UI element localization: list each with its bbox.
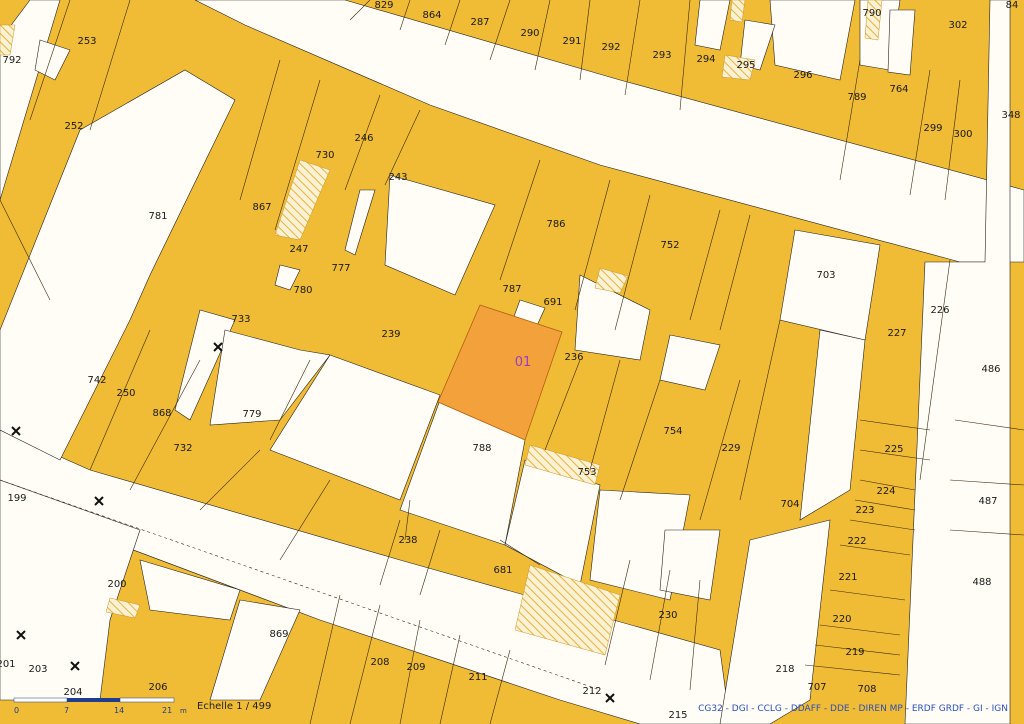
parcel-label-215: 215 <box>668 710 687 721</box>
scale-unit: m <box>180 707 187 715</box>
parcel-label-225: 225 <box>884 444 903 455</box>
parcel-label-754: 754 <box>663 426 682 437</box>
parcel-label-253: 253 <box>77 36 96 47</box>
parcel-label-299: 299 <box>923 123 942 134</box>
parcel-label-781: 781 <box>148 211 167 222</box>
parcel-label-789: 789 <box>847 92 866 103</box>
parcel-label-829: 829 <box>374 0 393 11</box>
parcel-label-287: 287 <box>470 17 489 28</box>
parcel-label-869: 869 <box>269 629 288 640</box>
scale-tick-0: 0 <box>14 706 19 715</box>
parcel-label-487: 487 <box>978 496 997 507</box>
parcel-label-293: 293 <box>652 50 671 61</box>
parcel-label-787: 787 <box>502 284 521 295</box>
parcel-label-296: 296 <box>793 70 812 81</box>
parcel-label-704: 704 <box>780 499 799 510</box>
parcel-label-252: 252 <box>64 121 83 132</box>
parcel-label-752: 752 <box>660 240 679 251</box>
parcel-label-227: 227 <box>887 328 906 339</box>
parcel-label-223: 223 <box>855 505 874 516</box>
parcel-label-486: 486 <box>981 364 1000 375</box>
parcel-label-212: 212 <box>582 686 601 697</box>
parcel-label-206: 206 <box>148 682 167 693</box>
parcel-label-488: 488 <box>972 577 991 588</box>
parcel-label-302: 302 <box>948 20 967 31</box>
scale-tick-1: 7 <box>64 706 69 715</box>
parcel-label-238: 238 <box>398 535 417 546</box>
parcel-label-779: 779 <box>242 409 261 420</box>
parcel-label-203: 203 <box>28 664 47 675</box>
parcel-label-247: 247 <box>289 244 308 255</box>
parcel-label-209: 209 <box>406 662 425 673</box>
parcel-label-777: 777 <box>331 263 350 274</box>
parcel-label-764: 764 <box>889 84 908 95</box>
scale-tick-2: 14 <box>114 706 124 715</box>
parcel-label-221: 221 <box>838 572 857 583</box>
parcel-label-786: 786 <box>546 219 565 230</box>
parcel-label-730: 730 <box>315 150 334 161</box>
parcel-label-250: 250 <box>116 388 135 399</box>
parcel-label-867: 867 <box>252 202 271 213</box>
parcel-label-681: 681 <box>493 565 512 576</box>
cadastral-map[interactable]: 829 864 287 290 291 292 293 294 295 296 790 302 84 79… <box>0 0 1024 724</box>
parcel-label-703: 703 <box>816 270 835 281</box>
parcel-label-222: 222 <box>847 536 866 547</box>
parcel-label-742: 742 <box>87 375 106 386</box>
parcel-label-868: 868 <box>152 408 171 419</box>
parcel-label-753: 753 <box>577 467 596 478</box>
map-credits: CG32 - DGI - CCLG - DDAFF - DDE - DIREN … <box>698 704 1008 714</box>
parcel-label-199: 199 <box>7 493 26 504</box>
parcel-label-84: 84 <box>1006 0 1019 11</box>
parcel-label-291: 291 <box>562 36 581 47</box>
parcel-label-200: 200 <box>107 579 126 590</box>
parcel-label-691: 691 <box>543 297 562 308</box>
parcel-label-239: 239 <box>381 329 400 340</box>
parcel-label-708: 708 <box>857 684 876 695</box>
parcel-label-218: 218 <box>775 664 794 675</box>
parcel-label-300: 300 <box>953 129 972 140</box>
selected-parcel-label: 01 <box>515 355 532 370</box>
parcel-label-790: 790 <box>862 8 881 19</box>
parcel-label-707: 707 <box>807 682 826 693</box>
parcel-label-219: 219 <box>845 647 864 658</box>
parcel-label-220: 220 <box>832 614 851 625</box>
parcel-label-246: 246 <box>354 133 373 144</box>
parcel-label-211: 211 <box>468 672 487 683</box>
parcel-label-226: 226 <box>930 305 949 316</box>
parcel-label-792: 792 <box>2 55 21 66</box>
parcel-label-294: 294 <box>696 54 715 65</box>
parcel-label-243: 243 <box>388 172 407 183</box>
parcel-label-208: 208 <box>370 657 389 668</box>
parcel-label-864: 864 <box>422 10 441 21</box>
scale-ruler: 0 7 14 21 m <box>13 697 187 715</box>
parcel-label-733: 733 <box>231 314 250 325</box>
parcel-label-732: 732 <box>173 443 192 454</box>
parcel-label-201: 201 <box>0 659 16 670</box>
parcel-label-292: 292 <box>601 42 620 53</box>
parcel-label-348: 348 <box>1001 110 1020 121</box>
scale-tick-3: 21 <box>162 706 172 715</box>
parcel-label-295: 295 <box>736 60 755 71</box>
parcel-label-224: 224 <box>876 486 895 497</box>
parcel-label-290: 290 <box>520 28 539 39</box>
parcel-label-230: 230 <box>658 610 677 621</box>
parcel-label-780: 780 <box>293 285 312 296</box>
scale-label: Echelle 1 / 499 <box>197 701 272 712</box>
parcel-label-236: 236 <box>564 352 583 363</box>
parcel-label-229: 229 <box>721 443 740 454</box>
parcel-label-788: 788 <box>472 443 491 454</box>
